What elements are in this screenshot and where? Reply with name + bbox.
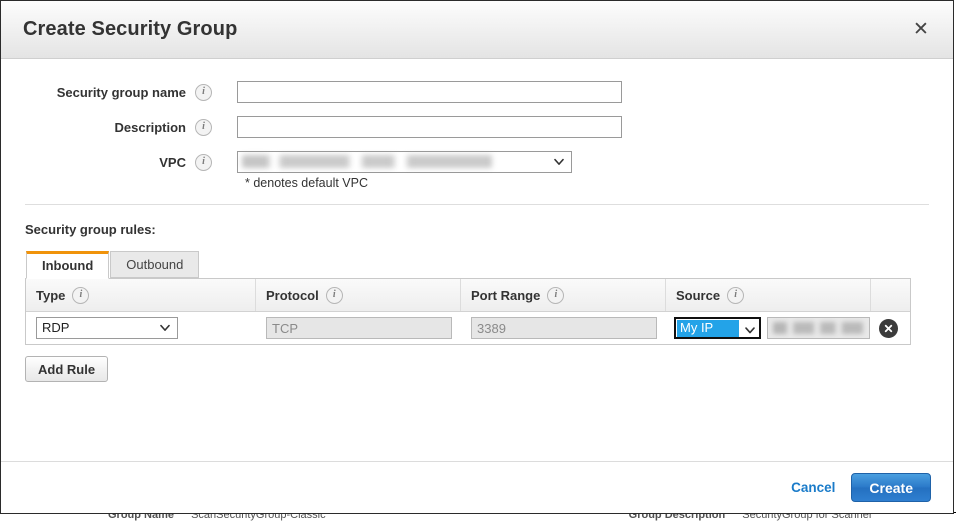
cell-source: My IP [666, 312, 871, 344]
vpc-label: VPC [159, 154, 186, 170]
dialog-header: Create Security Group ✕ [1, 1, 953, 59]
rules-tabs: Inbound Outbound [26, 251, 929, 279]
rule-source-ip-input[interactable] [767, 317, 870, 339]
column-header-port-range: Port Range i [461, 279, 666, 311]
column-header-protocol-label: Protocol [266, 287, 319, 303]
cancel-button[interactable]: Cancel [791, 480, 835, 495]
vpc-select[interactable] [237, 151, 572, 173]
cell-type: RDP [26, 312, 256, 344]
rules-section-title: Security group rules: [25, 222, 156, 237]
info-icon[interactable]: i [195, 153, 212, 171]
column-header-source: Source i [666, 279, 871, 311]
rule-source-value: My IP [677, 319, 739, 337]
vpc-helper-text: * denotes default VPC [245, 176, 368, 190]
tab-inbound[interactable]: Inbound [26, 251, 110, 279]
chevron-down-icon [160, 323, 170, 332]
security-group-rules-table: Type i Protocol i Port Range i Source i [25, 278, 911, 345]
create-button[interactable]: Create [851, 473, 931, 502]
info-icon[interactable]: i [325, 286, 343, 304]
cell-protocol [256, 312, 461, 344]
column-header-source-label: Source [676, 287, 721, 303]
description-label: Description [114, 119, 186, 135]
rules-table-header: Type i Protocol i Port Range i Source i [26, 279, 910, 312]
form-row-vpc: VPC i [25, 151, 929, 173]
security-group-name-input[interactable] [237, 81, 622, 103]
rule-source-select[interactable]: My IP [674, 317, 761, 339]
vpc-selected-value-redacted [242, 155, 492, 168]
rule-type-value: RDP [42, 320, 70, 335]
info-icon[interactable]: i [195, 83, 212, 101]
create-security-group-dialog: Create Security Group ✕ Security group n… [0, 0, 954, 514]
tab-outbound[interactable]: Outbound [110, 251, 200, 278]
rule-type-select[interactable]: RDP [36, 317, 178, 339]
cell-port-range [461, 312, 666, 344]
dialog-title: Create Security Group [23, 18, 238, 40]
info-icon[interactable]: i [547, 286, 565, 304]
info-icon[interactable]: i [727, 286, 745, 304]
rule-port-range-input [471, 317, 657, 339]
info-icon[interactable]: i [72, 286, 90, 304]
rule-source-ip-value-redacted [773, 322, 863, 334]
cell-actions [871, 312, 910, 344]
security-group-name-label: Security group name [56, 84, 186, 100]
column-header-type: Type i [26, 279, 256, 311]
column-header-port-range-label: Port Range [471, 287, 541, 303]
dialog-body: Security group name i Description i VPC … [1, 59, 953, 461]
description-input[interactable] [237, 116, 622, 138]
dialog-footer: Cancel Create [1, 461, 953, 513]
rule-protocol-input [266, 317, 452, 339]
info-icon[interactable]: i [195, 118, 212, 136]
section-divider [25, 204, 929, 205]
add-rule-button[interactable]: Add Rule [25, 356, 109, 382]
form-row-security-group-name: Security group name i [25, 81, 929, 103]
chevron-down-icon [554, 157, 564, 166]
column-header-type-label: Type [36, 287, 66, 303]
close-icon[interactable]: ✕ [907, 16, 935, 44]
form-row-description: Description i [25, 116, 929, 138]
table-row: RDP My IP [26, 312, 910, 344]
column-header-protocol: Protocol i [256, 279, 461, 311]
column-header-actions [871, 279, 910, 311]
remove-circle-icon[interactable] [879, 318, 898, 338]
chevron-down-icon [745, 323, 755, 334]
